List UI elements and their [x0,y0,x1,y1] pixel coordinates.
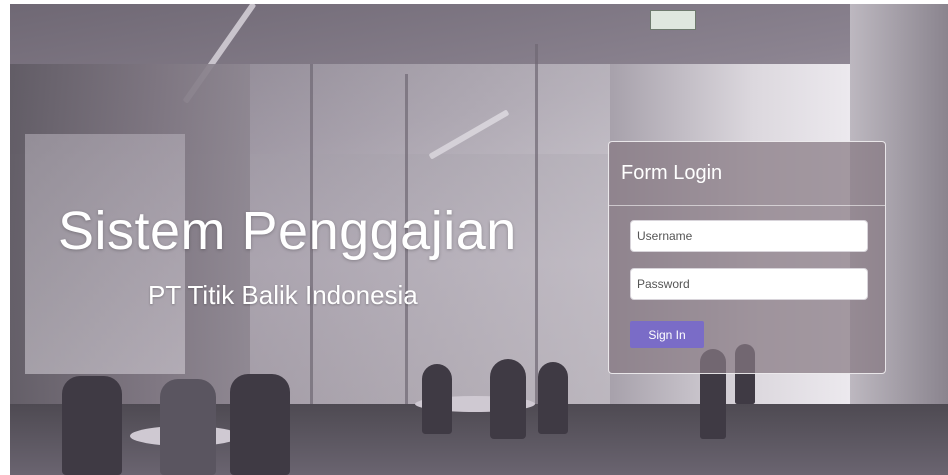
person-decoration [62,376,122,475]
sign-in-button[interactable]: Sign In [630,321,704,348]
exit-sign-decoration [650,10,696,30]
person-decoration [160,379,216,475]
password-input[interactable] [630,268,868,300]
page-title: Sistem Penggajian [58,201,517,261]
person-decoration [422,364,452,434]
login-divider [609,205,885,206]
person-decoration [538,362,568,434]
company-subtitle: PT Titik Balik Indonesia [148,280,418,310]
person-decoration [230,374,290,475]
username-input[interactable] [630,220,868,252]
person-decoration [490,359,526,439]
login-title: Form Login [621,162,723,184]
login-panel: Form Login Sign In [608,141,886,374]
